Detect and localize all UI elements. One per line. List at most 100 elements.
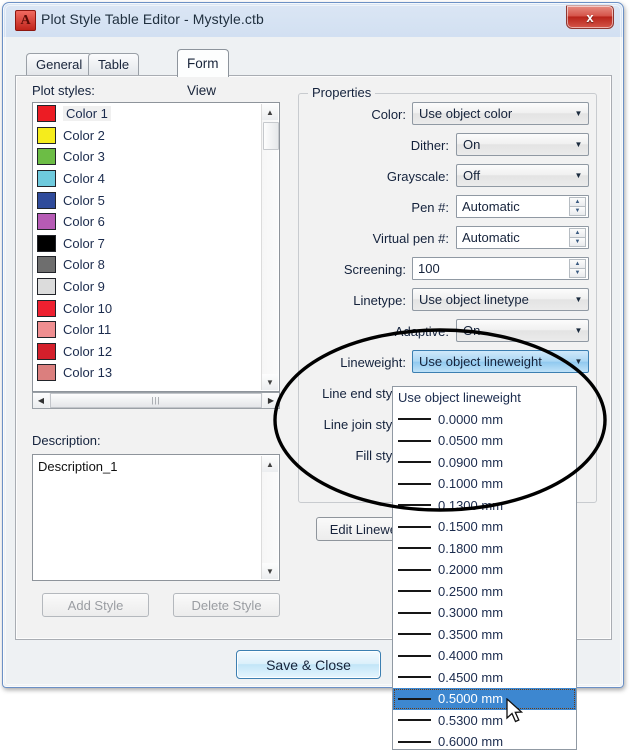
dropdown-item[interactable]: 0.4500 mm <box>393 667 576 689</box>
plot-styles-vertical-scrollbar[interactable]: ▲ ▼ <box>261 104 279 390</box>
hscrollbar-thumb[interactable]: ||| <box>50 393 262 408</box>
list-item[interactable]: Color 5 <box>33 189 279 211</box>
tab-form-view[interactable]: Form View <box>177 49 229 98</box>
plot-style-name: Color 5 <box>63 192 105 208</box>
fill-style-label: Fill style: <box>355 448 406 463</box>
dropdown-item[interactable]: 0.0900 mm <box>393 452 576 474</box>
color-swatch <box>37 299 56 317</box>
list-item[interactable]: Color 9 <box>33 276 279 298</box>
dropdown-item[interactable]: 0.2500 mm <box>393 581 576 603</box>
dropdown-item[interactable]: 0.0500 mm <box>393 430 576 452</box>
dropdown-item-label: 0.1800 mm <box>438 540 504 556</box>
dropdown-item-label: 0.0900 mm <box>438 454 504 470</box>
spinner-buttons[interactable]: ▲ ▼ <box>569 197 586 216</box>
spin-down-icon[interactable]: ▼ <box>569 206 586 216</box>
scroll-right-icon[interactable]: ▶ <box>263 393 279 408</box>
dropdown-item-label: 0.5300 mm <box>438 712 504 728</box>
scroll-up-icon[interactable]: ▲ <box>262 104 278 120</box>
dropdown-item[interactable]: 0.2000 mm <box>393 559 576 581</box>
tab-general[interactable]: General <box>26 53 93 75</box>
grayscale-combo[interactable]: Off ▼ <box>456 164 589 187</box>
description-label: Description: <box>32 433 101 448</box>
list-item[interactable]: Color 13 <box>33 362 279 384</box>
spin-down-icon[interactable]: ▼ <box>569 268 586 278</box>
plot-style-name: Color 7 <box>63 235 105 251</box>
spinner-buttons[interactable]: ▲ ▼ <box>569 259 586 278</box>
plot-styles-horizontal-scrollbar[interactable]: ◀ ||| ▶ <box>32 392 280 409</box>
scrollbar-thumb[interactable] <box>263 122 279 150</box>
color-swatch <box>37 126 56 144</box>
spin-up-icon[interactable]: ▲ <box>569 228 586 237</box>
list-item[interactable]: Color 12 <box>33 341 279 363</box>
linetype-combo[interactable]: Use object linetype ▼ <box>412 288 589 311</box>
scroll-down-icon[interactable]: ▼ <box>262 374 278 390</box>
desc-scroll-up-icon[interactable]: ▲ <box>262 456 278 472</box>
dither-label: Dither: <box>410 138 449 153</box>
description-vertical-scrollbar[interactable]: ▲ ▼ <box>261 456 278 579</box>
dropdown-item-label: 0.0000 mm <box>438 411 504 427</box>
lineweight-dropdown-list[interactable]: Use object lineweight 0.0000 mm 0.0500 mm 0… <box>392 386 577 750</box>
lineweight-combo[interactable]: Use object lineweight ▼ <box>412 350 589 373</box>
plot-style-name: Color 6 <box>63 214 105 230</box>
desc-scroll-down-icon[interactable]: ▼ <box>262 563 278 579</box>
list-item[interactable]: Color 8 <box>33 254 279 276</box>
dropdown-item[interactable]: 0.1800 mm <box>393 538 576 560</box>
dropdown-item-label: 0.3500 mm <box>438 626 504 642</box>
dropdown-item[interactable]: Use object lineweight <box>393 387 576 409</box>
dropdown-item[interactable]: 0.5300 mm <box>393 710 576 732</box>
plot-styles-list[interactable]: Color 1 Color 2 Color 3 Color 4 Color 5 Color… <box>32 102 280 392</box>
spinner-buttons[interactable]: ▲ ▼ <box>569 228 586 247</box>
plot-style-name: Color 4 <box>63 171 105 187</box>
list-item[interactable]: Color 3 <box>33 146 279 168</box>
list-item[interactable]: Color 6 <box>33 211 279 233</box>
lineweight-sample-icon <box>398 633 431 636</box>
dropdown-item[interactable]: 0.0000 mm <box>393 409 576 431</box>
screening-value: 100 <box>418 261 440 276</box>
color-swatch <box>37 342 56 360</box>
add-style-button[interactable]: Add Style <box>42 593 149 617</box>
color-value: Use object color <box>419 106 513 121</box>
list-item[interactable]: Color 2 <box>33 125 279 147</box>
scroll-left-icon[interactable]: ◀ <box>33 393 49 408</box>
save-and-close-button[interactable]: Save & Close <box>236 650 381 679</box>
pen-number-label: Pen #: <box>411 200 449 215</box>
list-item[interactable]: Color 1 <box>33 103 279 125</box>
dropdown-item-label: 0.6000 mm <box>438 734 504 750</box>
dropdown-item-selected[interactable]: 0.5000 mm <box>393 688 576 710</box>
lineweight-sample-icon <box>398 439 431 442</box>
dropdown-item-label: 0.1300 mm <box>438 497 504 513</box>
spin-up-icon[interactable]: ▲ <box>569 259 586 268</box>
lineweight-sample-icon <box>398 461 431 464</box>
spin-down-icon[interactable]: ▼ <box>569 237 586 247</box>
description-textarea[interactable]: Description_1 ▲ ▼ <box>32 454 280 581</box>
plot-style-name: Color 13 <box>63 365 113 381</box>
dropdown-item[interactable]: 0.3500 mm <box>393 624 576 646</box>
adaptive-combo[interactable]: On ▼ <box>456 319 589 342</box>
lineweight-sample-icon <box>398 719 431 722</box>
lineweight-sample-icon <box>398 654 431 657</box>
close-icon[interactable]: x <box>566 5 614 29</box>
lineweight-label: Lineweight: <box>340 355 406 370</box>
color-combo[interactable]: Use object color ▼ <box>412 102 589 125</box>
dropdown-item[interactable]: 0.1300 mm <box>393 495 576 517</box>
dropdown-item[interactable]: 0.4000 mm <box>393 645 576 667</box>
delete-style-button[interactable]: Delete Style <box>173 593 280 617</box>
list-item[interactable]: Color 10 <box>33 297 279 319</box>
list-item[interactable]: Color 7 <box>33 233 279 255</box>
dropdown-item[interactable]: 0.6000 mm <box>393 731 576 750</box>
dither-combo[interactable]: On ▼ <box>456 133 589 156</box>
color-swatch <box>37 213 56 231</box>
dropdown-item[interactable]: 0.1500 mm <box>393 516 576 538</box>
spin-up-icon[interactable]: ▲ <box>569 197 586 206</box>
tab-table-view[interactable]: Table View <box>88 53 140 94</box>
screening-stepper[interactable]: 100 ▲ ▼ <box>412 257 589 280</box>
list-item[interactable]: Color 4 <box>33 168 279 190</box>
dropdown-item[interactable]: 0.1000 mm <box>393 473 576 495</box>
linetype-label: Linetype: <box>353 293 406 308</box>
list-item[interactable]: Color 11 <box>33 319 279 341</box>
dropdown-item[interactable]: 0.3000 mm <box>393 602 576 624</box>
lineweight-sample-icon <box>398 525 431 528</box>
pen-number-stepper[interactable]: Automatic ▲ ▼ <box>456 195 589 218</box>
virtual-pen-number-stepper[interactable]: Automatic ▲ ▼ <box>456 226 589 249</box>
dropdown-item-label: Use object lineweight <box>398 390 521 406</box>
